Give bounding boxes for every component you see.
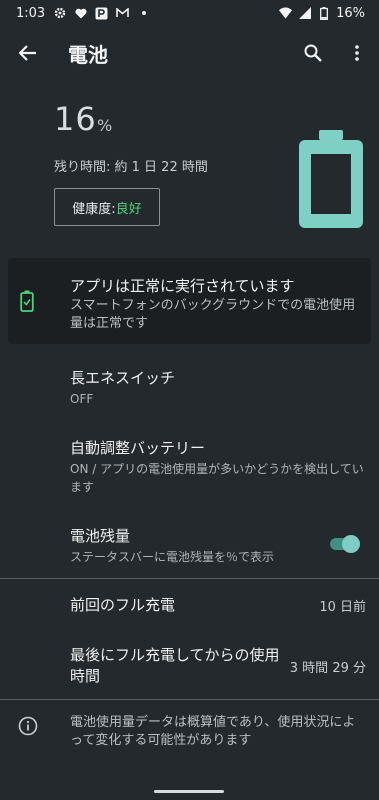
toggle-thumb (342, 535, 360, 553)
battery-percent: 16 (54, 100, 97, 138)
status-battery-percent: 16% (336, 5, 365, 21)
heart-icon (74, 7, 87, 20)
setting-title: 自動調整バッテリー (70, 439, 206, 457)
stat-label: 最後にフル充電してからの使用時間 (70, 646, 280, 685)
stat-label: 前回のフル充電 (70, 595, 176, 614)
page-title: 電池 (68, 42, 108, 67)
gesture-nav-handle[interactable] (154, 790, 224, 793)
settings-gear-icon (53, 7, 66, 20)
usage-since-charge-row[interactable]: 最後にフル充電してからの使用時間 3 時間 29 分 (70, 645, 366, 687)
battery-health-button[interactable]: 健康度: 良好 (54, 188, 160, 226)
status-time: 1:03 (16, 5, 46, 21)
parking-app-icon (95, 7, 108, 20)
battery-summary: 16 % 残り時間: 約 1 日 22 時間 健康度: 良好 (0, 80, 379, 250)
signal-icon (298, 7, 311, 20)
last-full-charge-row[interactable]: 前回のフル充電 10 日前 (70, 593, 366, 617)
gmail-icon (116, 7, 130, 20)
battery-status-icon (317, 6, 330, 20)
divider (0, 578, 379, 579)
setting-title: 電池残量 (70, 527, 131, 545)
more-vert-icon (355, 45, 359, 61)
app-status-card[interactable]: アプリは正常に実行されています スマートフォンのバックグラウンドでの電池使用量は… (8, 258, 371, 344)
setting-summary: OFF (70, 392, 94, 406)
back-arrow-icon (19, 45, 36, 61)
battery-ok-icon (20, 290, 34, 312)
search-button[interactable] (291, 26, 335, 80)
battery-level-icon (299, 130, 363, 228)
status-bar: 1:03 16% (0, 0, 379, 26)
battery-usage-disclaimer: 電池使用量データは概算値であり、使用状況によって変化する可能性があります (70, 715, 356, 748)
stat-value: 3 時間 29 分 (289, 660, 366, 676)
wifi-icon (279, 7, 293, 20)
stat-value: 10 日前 (319, 599, 366, 615)
status-card-subtitle: スマートフォンのバックグラウンドでの電池使用量は正常です (70, 298, 356, 331)
setting-summary: ステータスバーに電池残量を％で表示 (70, 550, 275, 564)
dot-icon (137, 7, 150, 20)
back-button[interactable] (0, 26, 56, 80)
battery-percentage-toggle[interactable] (330, 535, 360, 553)
divider (0, 699, 379, 700)
setting-adaptive-battery[interactable]: 自動調整バッテリー ON / アプリの電池使用量が多いかどうかを検出しています (70, 438, 370, 496)
health-value: 良好 (115, 201, 142, 217)
remaining-time: 残り時間: 約 1 日 22 時間 (54, 160, 208, 175)
search-icon (304, 44, 322, 62)
status-card-title: アプリは正常に実行されています (70, 277, 295, 295)
setting-battery-percentage[interactable]: 電池残量 ステータスバーに電池残量を％で表示 (70, 526, 320, 566)
setting-power-saving-switch[interactable]: 長エネスイッチ OFF (70, 368, 370, 408)
health-label: 健康度: (72, 201, 116, 217)
setting-title: 長エネスイッチ (70, 369, 176, 387)
setting-summary: ON / アプリの電池使用量が多いかどうかを検出しています (70, 462, 364, 494)
more-options-button[interactable] (335, 26, 379, 80)
info-icon (18, 716, 38, 736)
app-bar: 電池 (0, 26, 379, 80)
battery-percent-sign: % (97, 116, 113, 135)
